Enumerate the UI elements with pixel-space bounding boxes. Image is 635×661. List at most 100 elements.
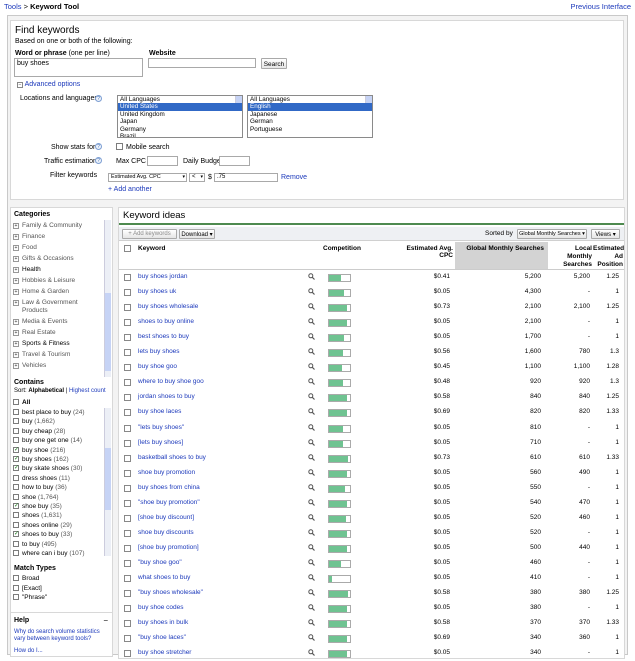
category-item[interactable]: + Home & Garden	[13, 288, 69, 295]
keyword-link[interactable]: basketball shoes to buy	[138, 454, 206, 461]
max-cpc-input[interactable]	[147, 156, 178, 166]
languages-scrollbar[interactable]	[365, 96, 372, 104]
magnifier-icon[interactable]	[308, 363, 315, 371]
match-type-item[interactable]: [Exact]	[13, 584, 42, 592]
magnifier-icon[interactable]	[308, 408, 315, 416]
expand-icon[interactable]: +	[13, 289, 19, 295]
row-checkbox[interactable]	[124, 544, 131, 552]
help-link[interactable]: Why do search volume statistics vary bet…	[14, 629, 110, 643]
previous-interface-link[interactable]: Previous Interface	[571, 2, 631, 11]
keyword-link[interactable]: buy shoes uk	[138, 288, 176, 295]
keyword-link[interactable]: buy shoes in bulk	[138, 619, 188, 626]
row-checkbox[interactable]	[124, 575, 131, 582]
magnifier-icon[interactable]	[308, 333, 315, 341]
category-item[interactable]: + Hobbies & Leisure	[13, 277, 75, 284]
row-checkbox[interactable]	[124, 514, 131, 522]
word-phrase-input[interactable]: buy shoes	[14, 58, 143, 77]
expand-icon[interactable]: +	[13, 256, 19, 262]
category-item[interactable]: + Real Estate	[13, 329, 56, 336]
checkbox[interactable]	[13, 530, 19, 538]
daily-budget-input[interactable]	[219, 156, 250, 166]
keyword-link[interactable]: buy shoe goo	[138, 363, 177, 370]
checkbox[interactable]	[13, 575, 19, 581]
magnifier-icon[interactable]	[308, 483, 315, 491]
row-checkbox[interactable]	[124, 439, 131, 447]
row-checkbox[interactable]	[124, 274, 131, 281]
languages-listbox[interactable]: All Languages English Japanese German Portug…	[247, 95, 373, 138]
keyword-link[interactable]: "buy shoe goo"	[138, 559, 182, 566]
expand-icon[interactable]: +	[13, 278, 19, 284]
contains-item[interactable]: shoes online (29)	[13, 521, 72, 529]
row-checkbox[interactable]	[124, 559, 131, 567]
row-checkbox[interactable]	[124, 605, 131, 613]
filter-operator-select[interactable]: < ▾	[189, 173, 205, 182]
website-input[interactable]	[148, 58, 256, 68]
keyword-link[interactable]: shoe buy promotion	[138, 469, 195, 476]
row-checkbox[interactable]	[124, 304, 131, 312]
magnifier-icon[interactable]	[308, 559, 315, 566]
magnifier-icon[interactable]	[308, 514, 315, 521]
filter-field-select[interactable]: Estimated Avg. CPC ▾	[108, 173, 187, 182]
checkbox[interactable]	[13, 399, 19, 405]
category-item[interactable]: + Food	[13, 244, 37, 251]
keyword-link[interactable]: "shoe buy promotion"	[138, 499, 200, 506]
keyword-link[interactable]: buy shoe stretcher	[138, 649, 191, 656]
contains-item[interactable]: where can i buy (107)	[13, 550, 85, 557]
expand-icon[interactable]: +	[13, 319, 19, 325]
magnifier-icon[interactable]	[308, 619, 315, 627]
help-icon[interactable]: ?	[95, 143, 102, 150]
checkbox[interactable]	[13, 550, 19, 556]
add-keywords-button[interactable]: + Add keywords	[122, 229, 177, 239]
mobile-search-checkbox[interactable]	[116, 143, 123, 150]
listbox-option[interactable]: Brazil	[118, 133, 242, 137]
keyword-link[interactable]: best shoes to buy	[138, 333, 189, 340]
row-checkbox[interactable]	[124, 379, 131, 387]
expand-icon[interactable]: +	[13, 300, 19, 306]
magnifier-icon[interactable]	[308, 318, 315, 326]
magnifier-icon[interactable]	[308, 544, 315, 551]
sort-alphabetical[interactable]: Alphabetical	[28, 388, 64, 394]
contains-item[interactable]: shoes (1,631)	[13, 512, 62, 519]
filter-value-input[interactable]: .75	[214, 173, 278, 182]
column-keyword[interactable]: Keyword	[138, 245, 165, 252]
row-checkbox[interactable]	[124, 319, 131, 327]
row-checkbox[interactable]	[124, 590, 131, 598]
expand-icon[interactable]: +	[13, 234, 19, 240]
magnifier-icon[interactable]	[308, 348, 315, 356]
checkbox[interactable]	[13, 409, 19, 415]
row-checkbox[interactable]	[124, 394, 131, 402]
column-competition[interactable]: Competition	[323, 245, 361, 252]
column-cpc[interactable]: Estimated Avg. CPC	[397, 245, 453, 259]
category-item[interactable]: +Products	[13, 307, 48, 314]
listbox-option[interactable]: Germany	[118, 126, 242, 133]
listbox-option[interactable]: Japanese	[248, 111, 372, 118]
expand-icon[interactable]: +	[13, 341, 19, 347]
row-checkbox[interactable]	[124, 620, 131, 628]
contains-item[interactable]: buy shoes (162)	[13, 455, 69, 463]
row-checkbox[interactable]	[124, 409, 131, 417]
contains-item[interactable]: buy cheap (28)	[13, 427, 65, 435]
remove-filter-link[interactable]: Remove	[281, 174, 307, 181]
contains-item[interactable]: shoe buy (35)	[13, 502, 62, 510]
help-icon[interactable]: ?	[95, 95, 102, 102]
advanced-options-toggle[interactable]: − Advanced options	[17, 81, 80, 88]
magnifier-icon[interactable]	[308, 288, 315, 295]
magnifier-icon[interactable]	[308, 634, 315, 642]
checkbox[interactable]	[13, 437, 19, 444]
keyword-link[interactable]: [lets buy shoes]	[138, 439, 183, 446]
help-link-2[interactable]: How do I...	[14, 648, 43, 654]
magnifier-icon[interactable]	[308, 273, 315, 280]
row-checkbox[interactable]	[124, 454, 131, 462]
row-checkbox[interactable]	[124, 469, 131, 477]
magnifier-icon[interactable]	[308, 438, 315, 446]
keyword-link[interactable]: [shoe buy discount]	[138, 514, 194, 521]
row-checkbox[interactable]	[124, 334, 131, 342]
magnifier-icon[interactable]	[308, 574, 315, 581]
category-item[interactable]: + Travel & Tourism	[13, 351, 70, 358]
checkbox[interactable]	[13, 484, 19, 491]
listbox-option[interactable]: All Languages	[248, 96, 372, 103]
search-button[interactable]: Search	[261, 58, 287, 69]
row-checkbox[interactable]	[124, 484, 131, 492]
column-global-monthly[interactable]: Global Monthly Searches	[462, 245, 544, 252]
add-another-filter-link[interactable]: + Add another	[108, 186, 152, 193]
